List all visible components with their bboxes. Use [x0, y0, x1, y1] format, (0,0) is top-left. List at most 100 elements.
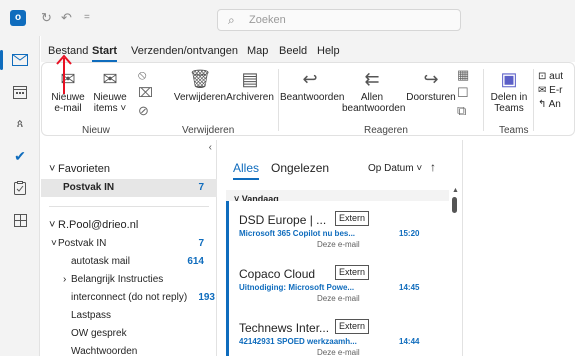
collapse-pane-icon[interactable]: ‹ — [209, 142, 212, 153]
mail-sender: Technews Inter... — [239, 321, 330, 335]
tasks-icon[interactable] — [0, 172, 40, 204]
menu-verzenden-ontvangen[interactable]: Verzenden/ontvangen — [131, 45, 238, 57]
chevron-down-icon: ˅ — [117, 103, 127, 114]
account-label: R.Pool@drieo.nl — [58, 219, 139, 231]
folder-item[interactable]: Wachtwoorden — [41, 343, 217, 356]
menu-bar: Bestand Start Verzenden/ontvangen Map Be… — [41, 36, 575, 62]
reading-pane — [464, 140, 575, 356]
mail-subject: Uitnodiging: Microsoft Powe... — [239, 283, 355, 292]
folder-item[interactable]: › Belangrijk Instructies — [41, 271, 217, 289]
favorites-header[interactable]: ˅ Favorieten — [41, 160, 217, 178]
mail-time: 14:45 — [399, 283, 420, 292]
share-teams-label-1: Delen in — [490, 92, 528, 103]
mail-preview: Deze e-mail — [317, 240, 360, 249]
new-items-button[interactable]: ✉ Nieuwe items ˅ — [90, 69, 130, 114]
junk-icon[interactable]: ⊘ — [138, 103, 149, 119]
mail-list-scrollbar[interactable]: ▲ — [452, 187, 459, 356]
folder-postvak-in-favorite[interactable]: Postvak IN 7 — [41, 179, 217, 197]
forward-button[interactable]: ↪ Doorsturen — [405, 69, 457, 103]
external-badge: Extern — [335, 265, 370, 280]
more-respond-icon[interactable]: ⧉ — [457, 103, 466, 119]
outlook-logo-icon: o — [10, 10, 26, 26]
apps-icon[interactable] — [0, 204, 40, 236]
sync-icon[interactable]: ↻ — [41, 10, 52, 26]
chevron-down-icon: ˅ — [49, 219, 56, 231]
red-up-arrow-icon — [56, 54, 72, 94]
share-teams-label-2: Teams — [494, 103, 524, 114]
undo-icon[interactable]: ↶ — [61, 10, 72, 26]
quick-step-icon: ⊡ — [538, 71, 550, 82]
mail-sender: DSD Europe | ... — [239, 213, 327, 227]
chevron-down-icon: ˅ — [413, 163, 423, 174]
mail-time: 15:20 — [399, 229, 420, 238]
share-teams-button[interactable]: ▣ Delen in Teams — [488, 69, 530, 114]
ignore-icon[interactable]: ⦸ — [138, 67, 146, 83]
chevron-down-icon: ˅ — [51, 238, 57, 249]
quick-step-2[interactable]: ✉ E-r — [538, 85, 563, 96]
reply-all-button[interactable]: ⇇ Allen beantwoorden — [342, 69, 406, 114]
account-header[interactable]: ˅ R.Pool@drieo.nl — [41, 216, 217, 234]
teams-icon: ▣ — [500, 69, 518, 89]
new-email-label-2: e-mail — [54, 103, 82, 114]
clean-up-icon[interactable]: ⌧ — [138, 85, 153, 101]
group-separator — [483, 69, 484, 131]
sort-label: Op Datum — [368, 163, 414, 174]
sort-direction-icon[interactable]: ↑ — [430, 160, 436, 174]
reply-all-label-2: beantwoorden — [342, 103, 406, 114]
tab-ongelezen[interactable]: Ongelezen — [271, 161, 329, 175]
archive-label: Archiveren — [226, 92, 274, 103]
reply-button[interactable]: ↩ Beantwoorden — [280, 69, 345, 103]
mail-item[interactable]: Copaco Cloud Extern Uitnodiging: Microso… — [226, 255, 449, 309]
mail-icon[interactable] — [0, 44, 40, 76]
quick-access-dropdown-icon[interactable]: = — [84, 10, 90, 26]
mail-time: 14:44 — [399, 337, 420, 346]
delete-button[interactable]: 🗑 Verwijderen — [170, 69, 230, 103]
trash-icon: 🗑 — [188, 69, 212, 89]
menu-beeld[interactable]: Beeld — [279, 45, 307, 57]
quick-step-1[interactable]: ⊡ aut — [538, 71, 563, 82]
calendar-icon[interactable] — [0, 76, 40, 108]
todo-icon[interactable]: ✔ — [0, 140, 40, 172]
sort-dropdown[interactable]: Op Datum ˅ — [368, 163, 422, 174]
chevron-right-icon: › — [63, 274, 67, 285]
mail-item[interactable]: Technews Inter... Extern 42142931 SPOED … — [226, 309, 449, 356]
folder-postvak-in[interactable]: ˅ Postvak IN 7 — [41, 235, 217, 253]
mail-sender: Copaco Cloud — [239, 267, 316, 281]
group-separator — [278, 69, 279, 131]
meeting-icon[interactable]: ▦ — [457, 67, 469, 83]
envelope-icon: ✉ — [538, 85, 550, 96]
reply-all-label-1: Allen — [360, 92, 384, 103]
reply-label: Beantwoorden — [280, 92, 345, 103]
forward-icon: ↪ — [423, 69, 439, 89]
app-rail: ጰ ✔ — [0, 36, 40, 356]
folder-item[interactable]: interconnect (do not reply) 193 — [41, 289, 217, 307]
search-icon: ⌕ — [228, 13, 235, 27]
delete-label: Verwijderen — [173, 92, 227, 103]
folder-item[interactable]: OW gesprek — [41, 325, 217, 343]
search-input[interactable]: ⌕ Zoeken — [217, 9, 461, 31]
menu-map[interactable]: Map — [247, 45, 268, 57]
im-icon[interactable]: ☐ — [457, 85, 469, 101]
group-label-nieuw: Nieuw — [82, 125, 110, 136]
folder-item[interactable]: Lastpass — [41, 307, 217, 325]
menu-start[interactable]: Start — [92, 45, 118, 62]
reply-all-icon: ⇇ — [364, 69, 380, 89]
menu-help[interactable]: Help — [317, 45, 340, 57]
folder-item[interactable]: autotask mail 614 — [41, 253, 217, 271]
quick-step-3[interactable]: ↰ An — [538, 99, 561, 110]
folder-pane: ‹ ˅ Favorieten Postvak IN 7 ˅ R.Pool@dri… — [41, 140, 217, 356]
people-icon[interactable]: ጰ — [0, 108, 40, 140]
reply-icon: ↩ — [302, 69, 318, 89]
title-bar: o ↻ ↶ = ⌕ Zoeken — [0, 0, 575, 36]
forward-label: Doorsturen — [406, 92, 456, 103]
search-placeholder: Zoeken — [249, 14, 286, 26]
scroll-up-icon[interactable]: ▲ — [452, 187, 459, 194]
archive-button[interactable]: ▤ Archiveren — [225, 69, 275, 103]
scrollbar-thumb[interactable] — [452, 197, 457, 213]
favorites-label: Favorieten — [58, 163, 110, 175]
mail-preview: Deze e-mail — [317, 294, 360, 303]
tab-alles[interactable]: Alles — [233, 161, 260, 180]
mail-preview: Deze e-mail — [317, 348, 360, 356]
mail-item[interactable]: DSD Europe | ... Extern Microsoft 365 Co… — [226, 201, 449, 255]
group-separator — [533, 69, 534, 131]
